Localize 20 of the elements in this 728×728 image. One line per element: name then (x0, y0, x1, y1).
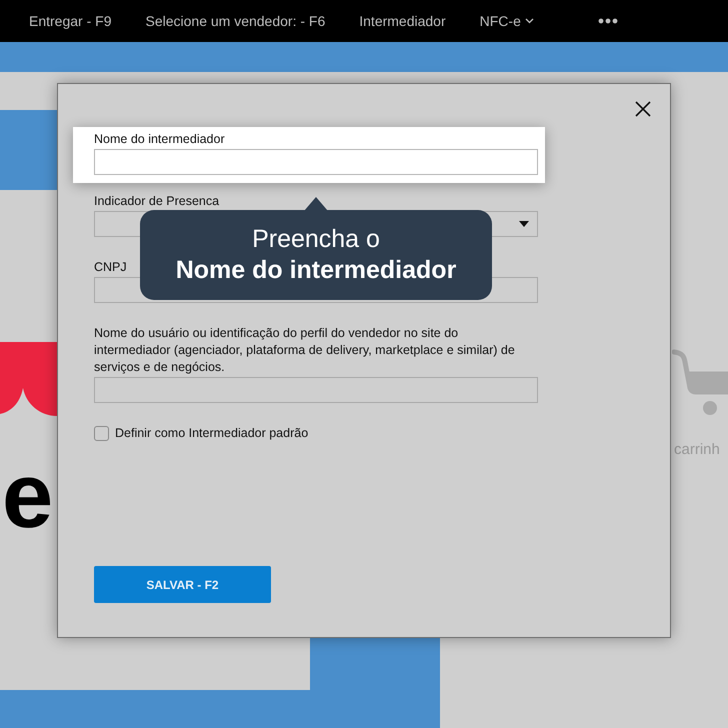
dropdown-arrow-icon (519, 221, 529, 227)
nav-link[interactable]: Selecione um vendedor: - F6 (145, 13, 326, 29)
tooltip-text: Preencha o (252, 224, 380, 255)
checkbox-label: Definir como Intermediador padrão (115, 425, 308, 442)
field-label: Indicador de Presenca (94, 193, 220, 210)
logo-text: e (2, 450, 54, 542)
field-label: Nome do usuário ou identificação do perfil do vendedor no site do intermediador (agenciador, plataforma de delivery, marketplace e similar) de serviços e de negócios. (94, 325, 516, 376)
checkbox[interactable] (94, 426, 109, 441)
nav-link[interactable]: Intermediador (359, 13, 446, 29)
nav-link[interactable]: Entregar - F9 (29, 13, 112, 29)
nav-dropdown[interactable]: NFC-e (480, 13, 534, 29)
field-label: CNPJ (94, 259, 127, 276)
close-icon[interactable] (635, 101, 651, 117)
save-button[interactable]: SALVAR - F2 (94, 566, 271, 603)
input-field[interactable] (94, 149, 538, 175)
tooltip-heading: Nome do intermediador (176, 255, 456, 286)
input-field[interactable] (94, 377, 538, 403)
field-label: Nome do intermediador (94, 131, 225, 148)
chevron-icon (524, 18, 534, 24)
more-icon[interactable] (598, 18, 618, 24)
